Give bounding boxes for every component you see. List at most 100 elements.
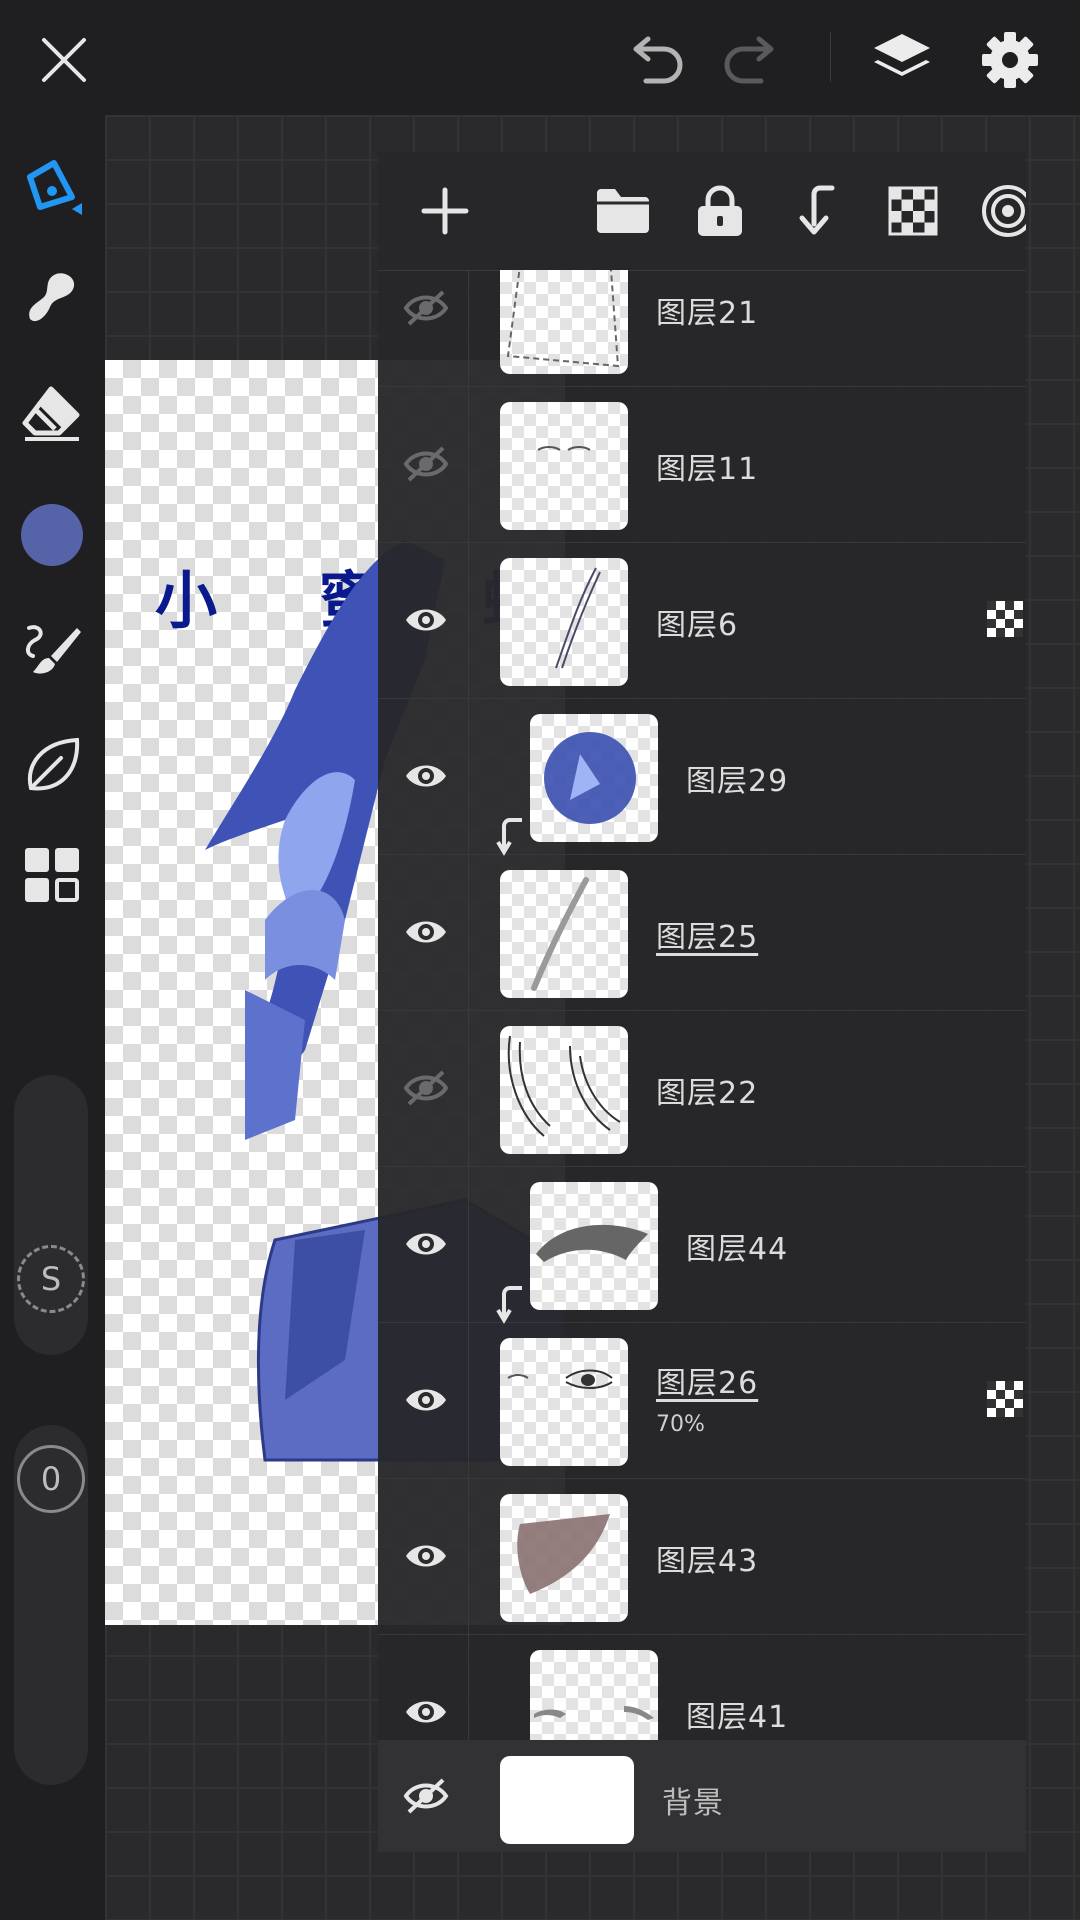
pen-icon: [27, 160, 82, 215]
layer-thumbnail: [530, 1650, 658, 1740]
add-layer-button[interactable]: [410, 176, 480, 246]
clipping-arrow-icon: [496, 818, 522, 856]
visibility-toggle[interactable]: [398, 1060, 454, 1116]
folder-icon: [597, 189, 649, 233]
clipping-arrow-icon: [496, 1286, 522, 1324]
close-icon: [42, 38, 86, 82]
eye-icon: [406, 609, 446, 631]
gallery-tool[interactable]: [12, 835, 92, 915]
current-color-dot: [21, 504, 83, 566]
add-folder-button[interactable]: [588, 176, 658, 246]
layer-thumbnail: [500, 1494, 628, 1622]
eye-hidden-icon: [403, 290, 449, 326]
eye-icon: [406, 765, 446, 787]
layer-name: 图层22: [656, 1076, 759, 1111]
brush-tool[interactable]: [12, 613, 92, 693]
visibility-toggle[interactable]: [398, 1684, 454, 1740]
grid-icon: [25, 848, 79, 902]
layer-thumbnail: [500, 558, 628, 686]
brush-size-handle[interactable]: S: [17, 1245, 85, 1313]
left-toolbar: S 0: [0, 115, 105, 1920]
layer-thumbnail: [500, 270, 628, 374]
eye-icon: [406, 1545, 446, 1567]
mask-icon[interactable]: [986, 600, 1024, 638]
layers-icon: [874, 34, 930, 76]
brush-size-slider[interactable]: S: [14, 1075, 88, 1355]
eye-icon: [406, 1701, 446, 1723]
undo-icon: [633, 36, 683, 84]
pen-tool[interactable]: [12, 145, 92, 225]
eraser-tool[interactable]: [12, 373, 92, 453]
visibility-toggle[interactable]: [398, 1372, 454, 1428]
layer-list: 图层21 图层11 图层6 图层29 图层25 图层22 图层44 图层26 7…: [378, 270, 1026, 1740]
layer-row[interactable]: 图层22: [378, 1010, 1026, 1167]
layer-name: 图层26: [656, 1366, 759, 1401]
close-button[interactable]: [24, 20, 104, 100]
redo-icon: [724, 36, 774, 84]
layer-name: 图层6: [656, 608, 739, 643]
lock-layer-button[interactable]: [685, 176, 755, 246]
background-layer-row[interactable]: 背景: [378, 1740, 1026, 1852]
visibility-toggle[interactable]: [398, 1768, 454, 1824]
top-bar: [0, 0, 1080, 115]
layer-row[interactable]: 图层29: [378, 698, 1026, 856]
layer-opacity: 70%: [656, 1412, 705, 1437]
opacity-label: 0: [40, 1460, 62, 1498]
layer-thumbnail: [500, 1338, 628, 1466]
layer-row[interactable]: 图层21: [378, 270, 1026, 387]
leaf-icon: [27, 737, 80, 791]
eye-icon: [406, 1233, 446, 1255]
layer-thumbnail: [500, 1026, 628, 1154]
layers-panel: 图层21 图层11 图层6 图层29 图层25 图层22 图层44 图层26 7…: [378, 152, 1026, 1852]
layer-mask-button[interactable]: [878, 176, 948, 246]
background-layer-name: 背景: [662, 1786, 724, 1821]
mask-icon[interactable]: [986, 1380, 1024, 1418]
visibility-toggle[interactable]: [398, 592, 454, 648]
gear-icon: [982, 32, 1038, 88]
layer-thumbnail: [500, 402, 628, 530]
color-swatch[interactable]: [12, 495, 92, 575]
visibility-toggle[interactable]: [398, 904, 454, 960]
visibility-toggle[interactable]: [398, 436, 454, 492]
settings-button[interactable]: [970, 20, 1050, 100]
layer-row[interactable]: 图层26 70%: [378, 1322, 1026, 1479]
layer-row[interactable]: 图层44: [378, 1166, 1026, 1324]
layers-button[interactable]: [862, 20, 942, 100]
eraser-icon: [22, 386, 80, 441]
smudge-icon: [29, 273, 75, 322]
toolbar-divider: [830, 32, 831, 82]
layer-row[interactable]: 图层25: [378, 854, 1026, 1011]
layer-row[interactable]: 图层43: [378, 1478, 1026, 1635]
visibility-toggle[interactable]: [398, 1216, 454, 1272]
layer-row[interactable]: 图层41: [378, 1634, 1026, 1740]
eye-icon: [406, 921, 446, 943]
layer-thumbnail: [530, 1182, 658, 1310]
layer-row[interactable]: 图层11: [378, 386, 1026, 543]
layer-effects-button[interactable]: [973, 176, 1026, 246]
checker-icon: [888, 186, 938, 236]
layer-name: 图层21: [656, 296, 759, 331]
layer-name: 图层43: [656, 1544, 759, 1579]
redo-button[interactable]: [712, 20, 792, 100]
layer-name: 图层41: [686, 1700, 789, 1735]
lock-icon: [698, 185, 742, 236]
eye-hidden-icon: [403, 446, 449, 482]
layer-name: 图层29: [686, 764, 789, 799]
eye-hidden-icon: [403, 1778, 449, 1814]
layer-thumbnail: [530, 714, 658, 842]
undo-button[interactable]: [615, 20, 695, 100]
opacity-handle[interactable]: 0: [17, 1445, 85, 1513]
visibility-toggle[interactable]: [398, 280, 454, 336]
smudge-tool[interactable]: [12, 257, 92, 337]
layer-name: 图层44: [686, 1232, 789, 1267]
leaf-tool[interactable]: [12, 725, 92, 805]
background-thumbnail: [500, 1756, 634, 1844]
merge-down-button[interactable]: [781, 176, 851, 246]
eye-hidden-icon: [403, 1070, 449, 1106]
brush-opacity-slider[interactable]: 0: [14, 1425, 88, 1785]
visibility-toggle[interactable]: [398, 748, 454, 804]
visibility-toggle[interactable]: [398, 1528, 454, 1584]
layer-row[interactable]: 图层6: [378, 542, 1026, 699]
merge-down-icon: [799, 185, 835, 235]
plus-icon: [421, 187, 469, 235]
